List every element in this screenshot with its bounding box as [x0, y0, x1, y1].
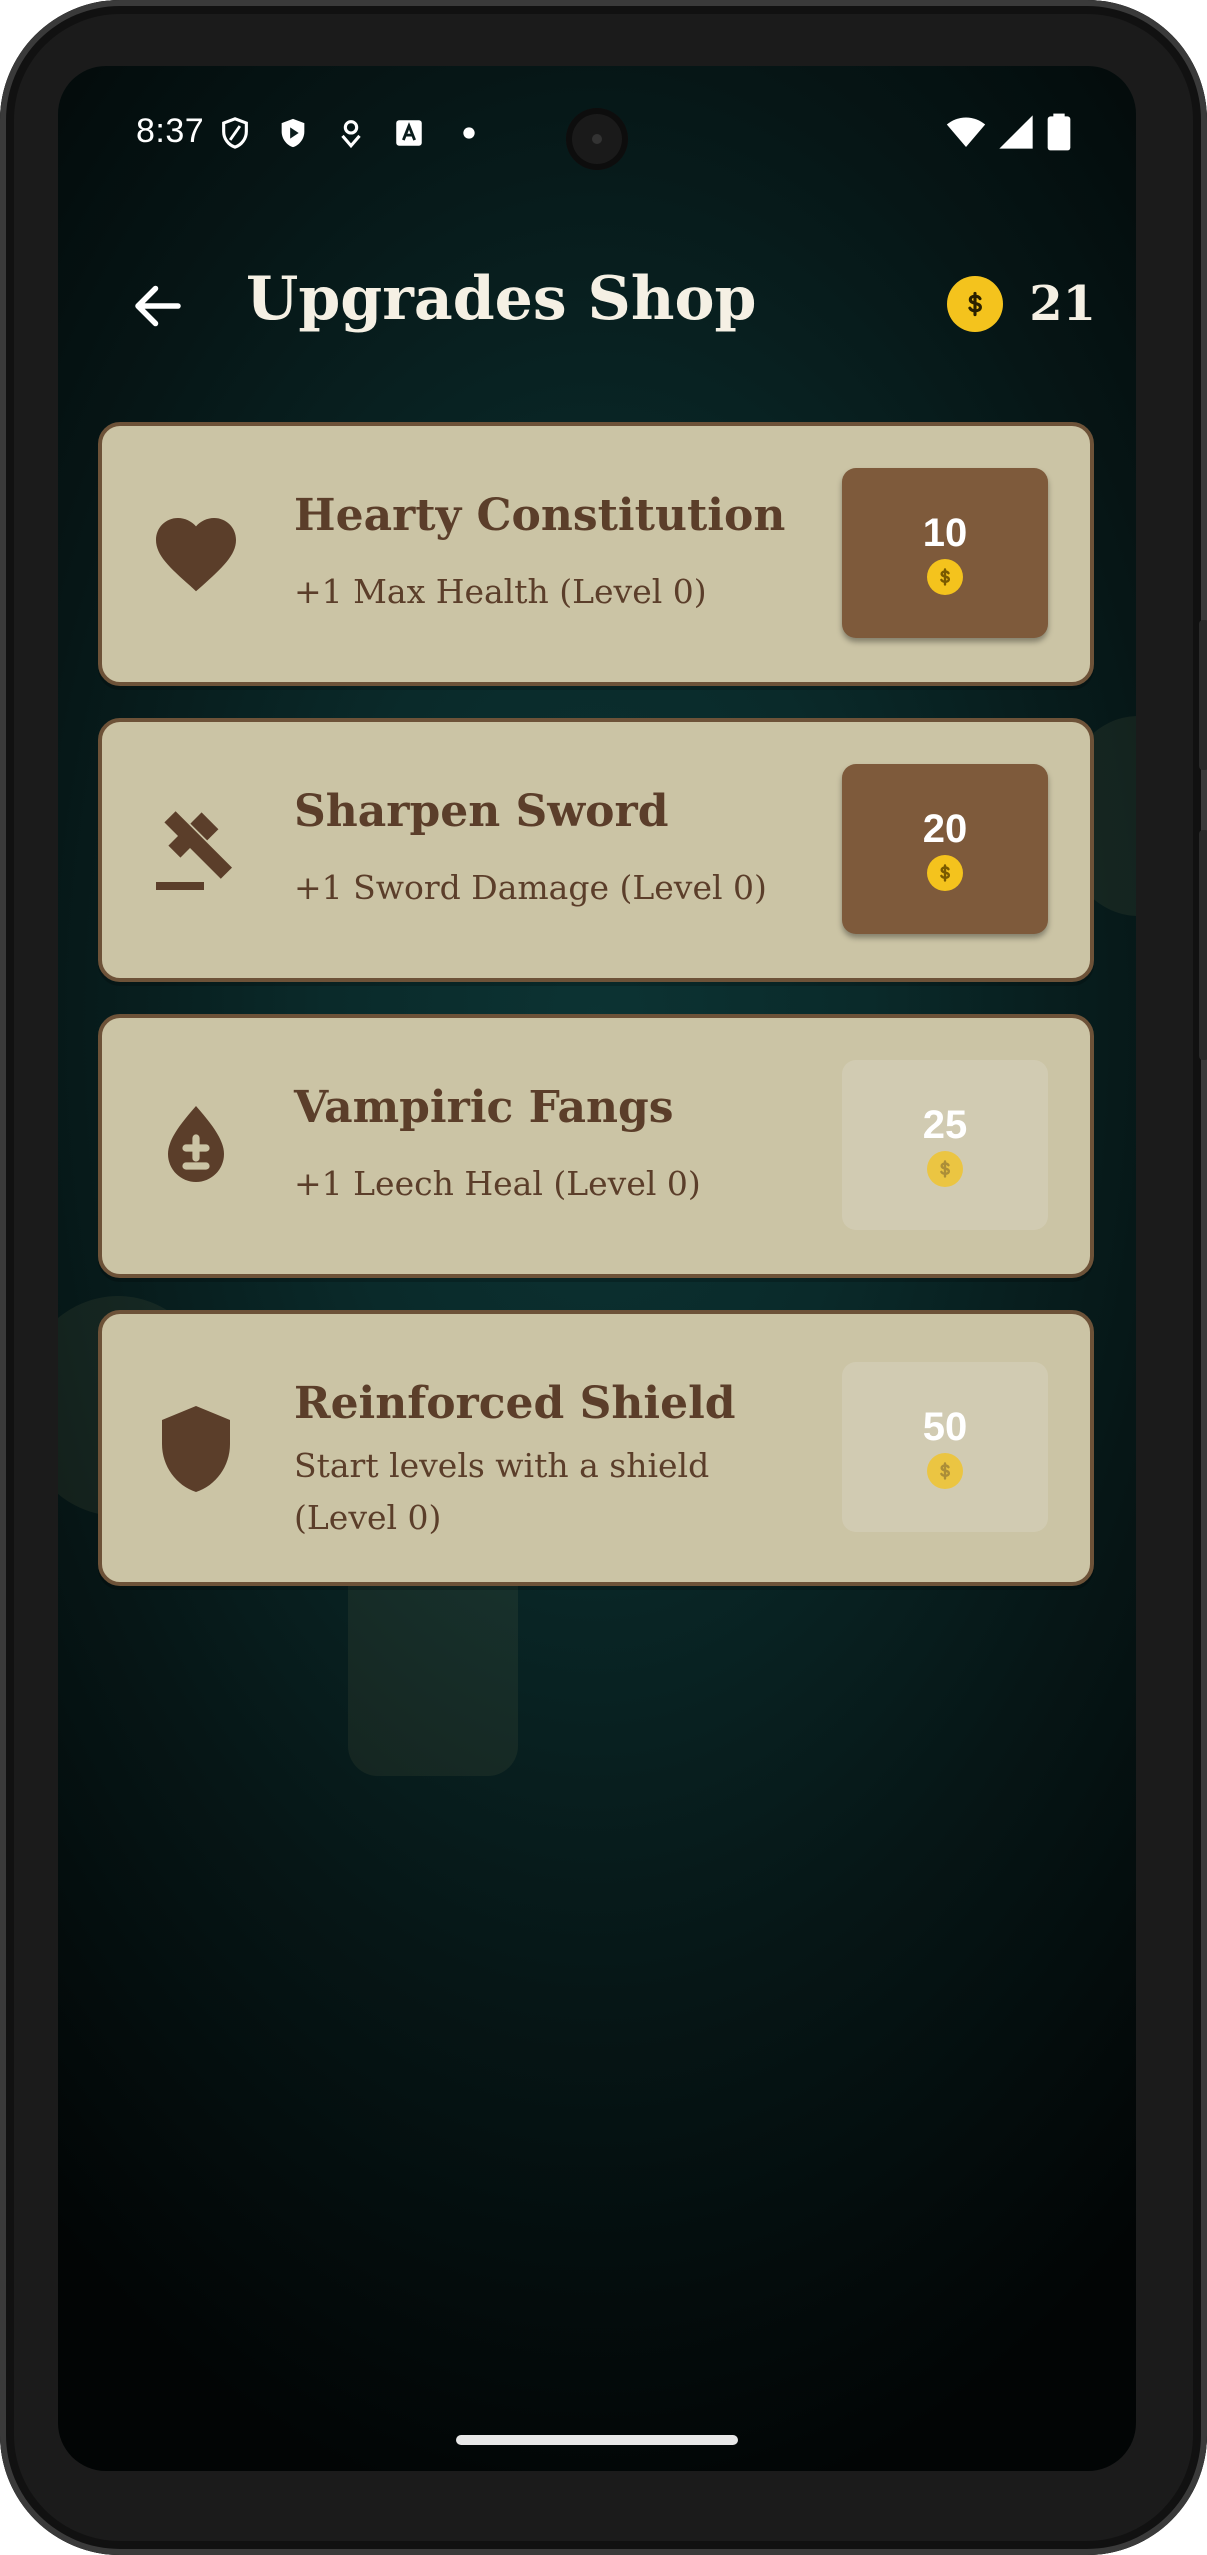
coin-count: 21 [1029, 276, 1096, 332]
cell-signal-icon [999, 115, 1033, 149]
price-label: 10 [922, 511, 968, 555]
wifi-icon [946, 117, 986, 147]
page-title: Upgrades Shop [246, 264, 757, 334]
buy-button-vampiric-fangs[interactable]: 25 [842, 1060, 1048, 1230]
price-label: 50 [922, 1405, 968, 1449]
upgrade-card-vampiric-fangs: Vampiric Fangs +1 Leech Heal (Level 0) 2… [98, 1014, 1094, 1278]
coin-balance: 21 [947, 276, 1096, 332]
upgrade-description: +1 Sword Damage (Level 0) [294, 868, 767, 907]
shield-icon [162, 1406, 230, 1492]
heart-icon [156, 518, 236, 592]
vpn-shield-icon [222, 117, 248, 149]
upgrade-name: Reinforced Shield [294, 1378, 736, 1429]
upgrade-card-hearty-constitution: Hearty Constitution +1 Max Health (Level… [98, 422, 1094, 686]
power-button [1199, 620, 1207, 770]
buy-button-reinforced-shield[interactable]: 50 [842, 1362, 1048, 1532]
upgrades-list: Hearty Constitution +1 Max Health (Level… [98, 422, 1094, 1618]
upgrade-name: Hearty Constitution [294, 490, 786, 541]
upgrade-name: Vampiric Fangs [294, 1082, 674, 1133]
coin-icon [927, 855, 963, 891]
blood-drop-icon [168, 1106, 224, 1182]
play-protect-icon [281, 118, 305, 148]
top-app-bar: Upgrades Shop 21 [58, 246, 1136, 366]
dot-icon [463, 127, 475, 139]
screen: 8:37 Upgrades Shop 21 Hearty Constitutio… [58, 66, 1136, 2471]
phone-frame: 8:37 Upgrades Shop 21 Hearty Constitutio… [0, 0, 1207, 2555]
upgrade-card-sharpen-sword: Sharpen Sword +1 Sword Damage (Level 0) … [98, 718, 1094, 982]
back-arrow-icon[interactable] [128, 276, 188, 336]
front-camera [566, 108, 628, 170]
buy-button-hearty-constitution[interactable]: 10 [842, 468, 1048, 638]
upgrade-description: Start levels with a shield (Level 0) [294, 1446, 710, 1537]
upgrade-card-reinforced-shield: Reinforced Shield Start levels with a sh… [98, 1310, 1094, 1586]
location-pin-icon [341, 120, 361, 149]
status-time: 8:37 [136, 112, 205, 150]
coin-icon [927, 1453, 963, 1489]
coin-icon [927, 1151, 963, 1187]
price-label: 20 [922, 807, 968, 851]
home-indicator[interactable] [456, 2435, 738, 2445]
coin-icon [927, 559, 963, 595]
text-a-icon [396, 120, 422, 146]
coin-icon [947, 276, 1004, 332]
upgrade-name: Sharpen Sword [294, 786, 669, 837]
sword-sharpen-icon [156, 811, 232, 890]
buy-button-sharpen-sword[interactable]: 20 [842, 764, 1048, 934]
battery-icon [1047, 113, 1071, 151]
upgrade-description: +1 Max Health (Level 0) [294, 572, 707, 611]
upgrade-description: +1 Leech Heal (Level 0) [294, 1164, 701, 1203]
volume-button [1199, 830, 1207, 1060]
price-label: 25 [922, 1103, 968, 1147]
status-bar: 8:37 [58, 66, 1136, 206]
